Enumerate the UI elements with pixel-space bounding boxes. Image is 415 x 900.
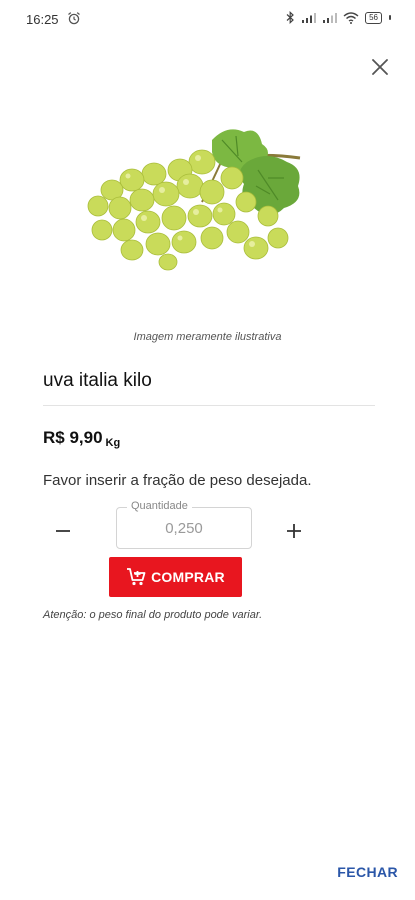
buy-button[interactable]: COMPRAR — [109, 557, 242, 597]
product-price: R$ 9,90 Kg — [43, 428, 121, 449]
quantity-label: Quantidade — [127, 500, 192, 512]
close-icon[interactable] — [369, 56, 391, 78]
status-icons: 56 — [286, 11, 391, 24]
status-time: 16:25 — [26, 12, 59, 27]
battery-level: 56 — [369, 12, 378, 22]
status-bar: 16:25 56 — [0, 0, 415, 38]
close-text-button[interactable]: FECHAR — [337, 864, 398, 880]
product-name: uva italia kilo — [43, 370, 152, 391]
increase-quantity-button[interactable] — [279, 516, 309, 546]
divider — [43, 405, 375, 406]
image-caption: Imagem meramente ilustrativa — [133, 331, 282, 343]
signal-icon — [302, 12, 317, 23]
price-unit: Kg — [105, 437, 121, 449]
plus-icon — [287, 524, 301, 538]
alarm-icon — [68, 12, 80, 25]
price-value: R$ 9,90 — [43, 428, 103, 447]
weight-warning: Atenção: o peso final do produto pode va… — [43, 609, 263, 621]
decrease-quantity-button[interactable] — [48, 516, 78, 546]
quantity-instruction: Favor inserir a fração de peso desejada. — [43, 472, 312, 489]
signal-icon-2 — [323, 12, 338, 23]
bluetooth-icon — [286, 11, 294, 24]
quantity-field[interactable]: Quantidade 0,250 — [116, 500, 252, 549]
quantity-input[interactable]: 0,250 — [117, 520, 251, 537]
product-image — [87, 129, 301, 271]
battery-tip — [389, 15, 391, 20]
wifi-icon — [343, 11, 359, 24]
buy-button-label: COMPRAR — [151, 569, 225, 585]
battery-icon: 56 — [365, 11, 382, 24]
add-to-cart-icon — [127, 568, 146, 586]
